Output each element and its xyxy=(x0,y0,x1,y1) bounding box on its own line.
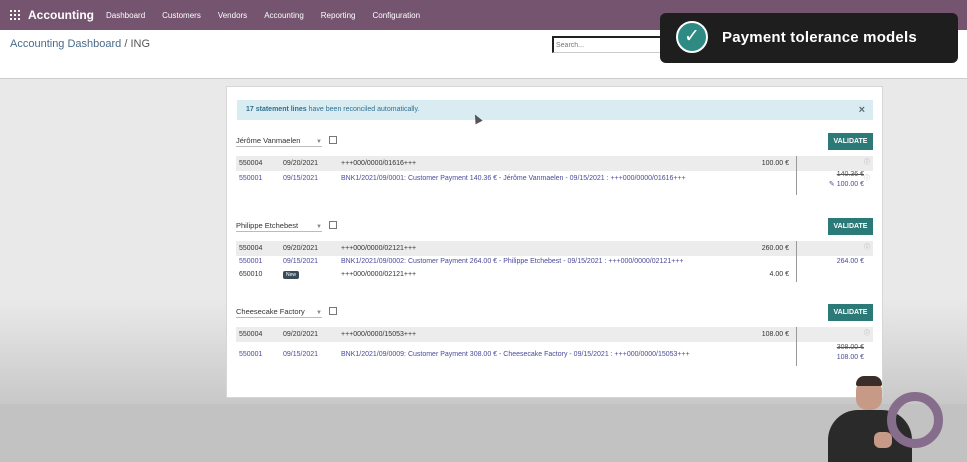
row-date: 09/20/2021 xyxy=(283,160,319,167)
row-date: 09/15/2021 xyxy=(283,258,319,265)
chevron-down-icon[interactable]: ▼ xyxy=(316,139,322,145)
table-row[interactable]: 550001 09/15/2021 BNK1/2021/09/0001: Cus… xyxy=(236,171,873,195)
menu-dashboard[interactable]: Dashboard xyxy=(106,11,145,20)
info-icon[interactable]: ⓘ xyxy=(864,156,870,171)
table-row[interactable]: 550004 09/20/2021 +++000/0000/02121+++ 2… xyxy=(236,241,873,256)
row-date: 09/20/2021 xyxy=(283,245,319,252)
checkmark-icon: ✓ xyxy=(676,21,708,53)
breadcrumb-separator: / xyxy=(124,38,128,50)
validate-button[interactable]: VALIDATE xyxy=(828,304,873,321)
reconcile-alert: 17 statement lines have been reconciled … xyxy=(237,100,873,120)
column-divider xyxy=(796,156,797,171)
alert-message: 17 statement lines have been reconciled … xyxy=(246,100,419,120)
row-label: +++000/0000/02121+++ xyxy=(341,271,417,278)
row-account: 550004 xyxy=(239,160,263,167)
pencil-icon[interactable]: ✎ xyxy=(829,181,835,188)
partner-field[interactable]: Jérôme Vanmaelen ▼ xyxy=(236,135,337,147)
breadcrumb: Accounting Dashboard / ING xyxy=(10,38,150,50)
apps-grid-icon[interactable] xyxy=(10,10,20,20)
row-amount: 100.00 € xyxy=(761,160,789,167)
presenter-hand xyxy=(874,432,892,448)
row-account: 550004 xyxy=(239,245,263,252)
alert-text: have been reconciled automatically. xyxy=(306,106,420,113)
toast-title: Payment tolerance models xyxy=(722,29,917,46)
adjusted-amount-value: 100.00 € xyxy=(836,181,864,188)
info-icon[interactable]: ⓘ xyxy=(864,172,870,187)
reconciliation-panel: 17 statement lines have been reconciled … xyxy=(226,86,883,398)
external-link-icon[interactable] xyxy=(328,221,337,229)
table-row[interactable]: 550001 09/15/2021 BNK1/2021/09/0009: Cus… xyxy=(236,342,873,366)
row-label: +++000/0000/01616+++ xyxy=(341,160,417,167)
info-icon[interactable]: ⓘ xyxy=(864,327,870,342)
alert-count: 17 statement lines xyxy=(246,106,307,113)
menu-customers[interactable]: Customers xyxy=(162,11,201,20)
row-account: 550001 xyxy=(239,175,263,182)
brand-ring-logo xyxy=(887,392,943,448)
row-account: 550004 xyxy=(239,331,263,338)
row-label: +++000/0000/02121+++ xyxy=(341,245,417,252)
row-date: 09/20/2021 xyxy=(283,331,319,338)
menu-reporting[interactable]: Reporting xyxy=(321,11,356,20)
partner-name: Jérôme Vanmaelen xyxy=(236,136,301,145)
table-row[interactable]: 650010 New +++000/0000/02121+++ 4.00 € xyxy=(236,268,873,282)
chevron-down-icon[interactable]: ▼ xyxy=(316,224,322,230)
close-icon[interactable]: × xyxy=(859,100,865,120)
external-link-icon[interactable] xyxy=(328,307,337,315)
partner-field[interactable]: Cheesecake Factory ▼ xyxy=(236,306,337,318)
search-input[interactable] xyxy=(552,36,670,53)
menu-configuration[interactable]: Configuration xyxy=(372,11,420,20)
row-amount: 108.00 € xyxy=(761,331,789,338)
column-divider xyxy=(796,256,797,268)
row-right-amount: 264.00 € xyxy=(836,258,864,265)
external-link-icon[interactable] xyxy=(328,136,337,144)
row-date: 09/15/2021 xyxy=(283,351,319,358)
partner-name: Philippe Etchebest xyxy=(236,221,299,230)
menu-vendors[interactable]: Vendors xyxy=(218,11,247,20)
adjusted-amount[interactable]: ✎ 100.00 € xyxy=(829,177,864,192)
column-divider xyxy=(796,268,797,282)
table-row[interactable]: 550004 09/20/2021 +++000/0000/01616+++ 1… xyxy=(236,156,873,171)
column-divider xyxy=(796,171,797,195)
column-divider xyxy=(796,241,797,256)
row-label[interactable]: BNK1/2021/09/0009: Customer Payment 308.… xyxy=(341,347,690,362)
column-divider xyxy=(796,327,797,342)
row-label: +++000/0000/15053+++ xyxy=(341,331,417,338)
info-icon[interactable]: ⓘ xyxy=(864,241,870,256)
chevron-down-icon[interactable]: ▼ xyxy=(316,310,322,316)
row-amount: 4.00 € xyxy=(769,271,789,278)
row-amount: 260.00 € xyxy=(761,245,789,252)
presenter-hair xyxy=(856,376,882,386)
adjusted-amount[interactable]: 108.00 € xyxy=(837,350,864,365)
partner-name: Cheesecake Factory xyxy=(236,307,305,316)
row-date: 09/15/2021 xyxy=(283,175,319,182)
row-account: 550001 xyxy=(239,351,263,358)
table-row[interactable]: 550004 09/20/2021 +++000/0000/15053+++ 1… xyxy=(236,327,873,342)
validate-button[interactable]: VALIDATE xyxy=(828,133,873,150)
app-name[interactable]: Accounting xyxy=(28,8,94,22)
feature-toast: ✓ Payment tolerance models xyxy=(660,13,958,63)
new-badge: New xyxy=(283,271,300,279)
row-account: 650010 xyxy=(239,271,263,278)
column-divider xyxy=(796,342,797,366)
partner-field[interactable]: Philippe Etchebest ▼ xyxy=(236,220,337,232)
menu-accounting[interactable]: Accounting xyxy=(264,11,304,20)
table-row[interactable]: 550001 09/15/2021 BNK1/2021/09/0002: Cus… xyxy=(236,256,873,268)
breadcrumb-parent[interactable]: Accounting Dashboard xyxy=(10,38,121,50)
row-label[interactable]: BNK1/2021/09/0001: Customer Payment 140.… xyxy=(341,171,686,186)
breadcrumb-current: ING xyxy=(130,38,151,50)
row-account: 550001 xyxy=(239,258,263,265)
row-label[interactable]: BNK1/2021/09/0002: Customer Payment 264.… xyxy=(341,256,683,268)
validate-button[interactable]: VALIDATE xyxy=(828,218,873,235)
